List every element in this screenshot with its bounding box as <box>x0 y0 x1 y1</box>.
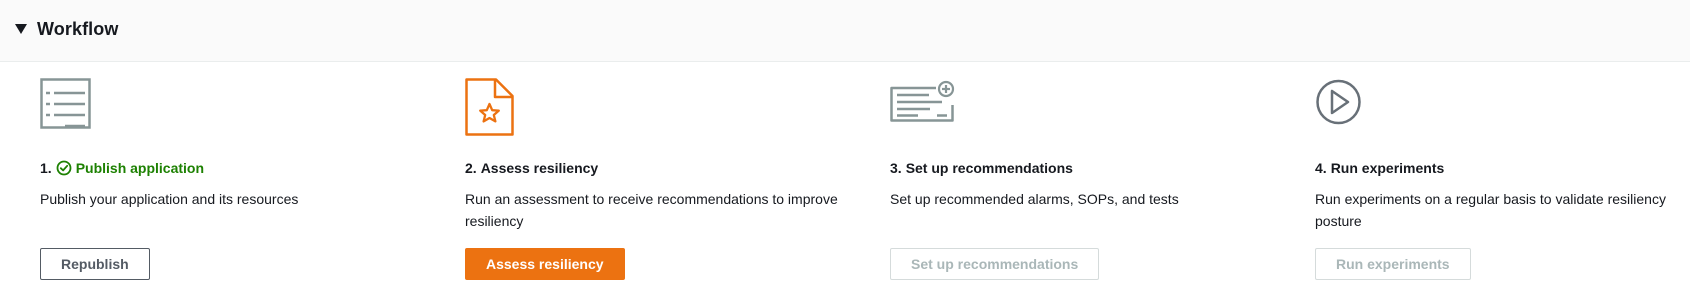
step-number: 2. <box>465 160 477 176</box>
run-experiments-button[interactable]: Run experiments <box>1315 248 1471 280</box>
workflow-step-experiments: 4. Run experiments Run experiments on a … <box>1315 62 1690 290</box>
step-title: Assess resiliency <box>480 160 599 176</box>
step-heading: 4. Run experiments <box>1315 160 1444 176</box>
step-number: 4. <box>1315 160 1327 176</box>
step-description: Publish your application and its resourc… <box>40 191 299 207</box>
add-recommendations-icon <box>890 80 955 122</box>
list-document-icon <box>40 78 91 129</box>
step-number: 1. <box>40 160 52 176</box>
workflow-step-publish: 1. Publish application Publish your appl… <box>40 62 440 290</box>
step-description: Set up recommended alarms, SOPs, and tes… <box>890 191 1179 207</box>
step-title: Set up recommendations <box>905 160 1073 176</box>
step-description: Run an assessment to receive recommendat… <box>465 191 838 229</box>
assess-resiliency-button[interactable]: Assess resiliency <box>465 248 625 280</box>
step-description: Run experiments on a regular basis to va… <box>1315 191 1666 229</box>
workflow-step-assess: 2. Assess resiliency Run an assessment t… <box>465 62 865 290</box>
step-title: Publish application <box>75 160 205 176</box>
step-number: 3. <box>890 160 902 176</box>
starred-document-icon <box>465 78 514 136</box>
set-up-recommendations-button[interactable]: Set up recommendations <box>890 248 1100 280</box>
workflow-step-recommendations: 3. Set up recommendations Set up recomme… <box>890 62 1290 290</box>
workflow-section-header[interactable]: Workflow <box>0 0 1690 62</box>
check-circle-icon <box>56 160 72 176</box>
step-heading: 1. Publish application <box>40 160 204 176</box>
play-circle-icon <box>1316 79 1361 125</box>
republish-button[interactable]: Republish <box>40 248 150 280</box>
step-title: Run experiments <box>1330 160 1445 176</box>
caret-down-icon[interactable] <box>15 24 27 34</box>
section-title: Workflow <box>37 19 119 39</box>
step-heading: 3. Set up recommendations <box>890 160 1073 176</box>
step-heading: 2. Assess resiliency <box>465 160 598 176</box>
